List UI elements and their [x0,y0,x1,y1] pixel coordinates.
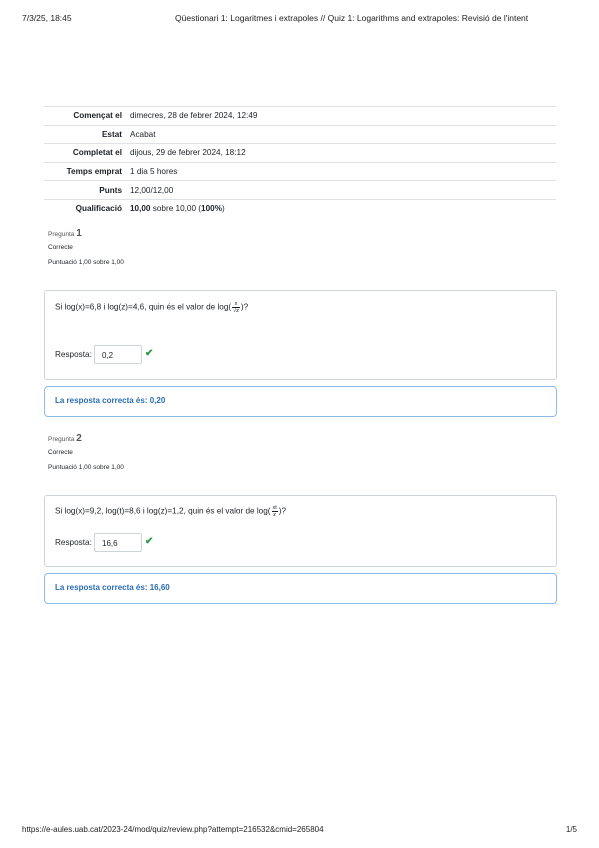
question-number: Pregunta 1 [48,228,124,239]
question-text-end: )? [240,302,249,312]
question-number: Pregunta 2 [48,433,124,444]
summary-row: Qualificació 10,00 sobre 10,00 (100%) [44,198,556,218]
right-answer-box: La resposta correcta és: 16,60 [44,573,557,604]
answer-input[interactable]: 0,2 [94,345,142,364]
question-state: Correcte [48,244,73,251]
question-grade: Puntuació 1,00 sobre 1,00 [48,259,124,266]
summary-value: 1 dia 5 hores [130,161,556,181]
question-formulation: Si log(x)=6,8 i log(z)=4,6, quin és el v… [44,290,557,380]
grade-percent: 100% [201,204,222,214]
question-info: Pregunta 1 Correcte Puntuació 1,00 sobre… [48,228,124,266]
page-number: 1/5 [565,825,577,834]
summary-row: Punts 12,00/12,00 [44,180,556,200]
fraction-denominator: z [273,512,277,518]
question-prefix: Pregunta [48,231,75,238]
question-formulation: Si log(x)=9,2, log(t)=8,6 i log(z)=1,2, … [44,495,557,567]
right-answer-text: La resposta correcta és: 16,60 [55,583,170,592]
question-info: Pregunta 2 Correcte Puntuació 1,00 sobre… [48,433,124,471]
summary-label: Completat el [44,143,130,163]
question-number-value: 1 [76,228,82,239]
grade-text: sobre 10,00 ( [150,204,202,214]
summary-value: 12,00/12,00 [130,180,556,200]
summary-row: Estat Acabat [44,124,556,144]
summary-value: dijous, 29 de febrer 2024, 18:12 [130,143,556,163]
question-text: Si log(x)=9,2, log(t)=8,6 i log(z)=1,2, … [55,505,286,518]
right-answer-text: La resposta correcta és: 0,20 [55,396,166,405]
question-text-end: )? [278,506,287,516]
summary-row: Temps emprat 1 dia 5 hores [44,161,556,181]
answer-label: Resposta: [55,350,92,359]
question-state: Correcte [48,449,73,456]
question-grade: Puntuació 1,00 sobre 1,00 [48,464,124,471]
answer-label: Resposta: [55,538,92,547]
grade-score: 10,00 [130,204,151,214]
question-text: Si log(x)=6,8 i log(z)=4,6, quin és el v… [55,301,248,314]
fraction: xt z [271,505,278,518]
check-icon: ✔ [145,348,154,359]
question-number-value: 2 [76,433,82,444]
print-date: 7/3/25, 18:45 [22,13,72,23]
question-text-start: Si log(x)=9,2, log(t)=8,6 i log(z)=1,2, … [55,506,271,516]
question-text-start: Si log(x)=6,8 i log(z)=4,6, quin és el v… [55,302,232,312]
summary-label: Començat el [44,106,130,126]
right-answer-box: La resposta correcta és: 0,20 [44,386,557,417]
print-page-title: Qüestionari 1: Logaritmes i extrapoles /… [175,13,529,23]
summary-label: Temps emprat [44,161,130,181]
summary-label: Estat [44,124,130,144]
fraction-numerator: x [232,301,240,308]
question-prefix: Pregunta [48,436,75,443]
page-url: https://e-aules.uab.cat/2023-24/mod/quiz… [22,825,324,834]
summary-row: Començat el dimecres, 28 de febrer 2024,… [44,106,556,126]
check-icon: ✔ [145,536,154,547]
summary-label: Punts [44,180,130,200]
answer-input[interactable]: 16,6 [94,533,142,552]
fraction: x √z [232,301,240,314]
fraction-numerator: xt [271,505,278,512]
attempt-summary-table: Començat el dimecres, 28 de febrer 2024,… [44,106,556,218]
summary-row: Completat el dijous, 29 de febrer 2024, … [44,143,556,163]
summary-value: Acabat [130,124,556,144]
fraction-denominator: √z [233,308,239,314]
summary-value: dimecres, 28 de febrer 2024, 12:49 [130,106,556,126]
grade-value: 10,00 sobre 10,00 (100%) [130,198,556,218]
grade-close: ) [221,204,225,214]
summary-label: Qualificació [44,198,130,218]
